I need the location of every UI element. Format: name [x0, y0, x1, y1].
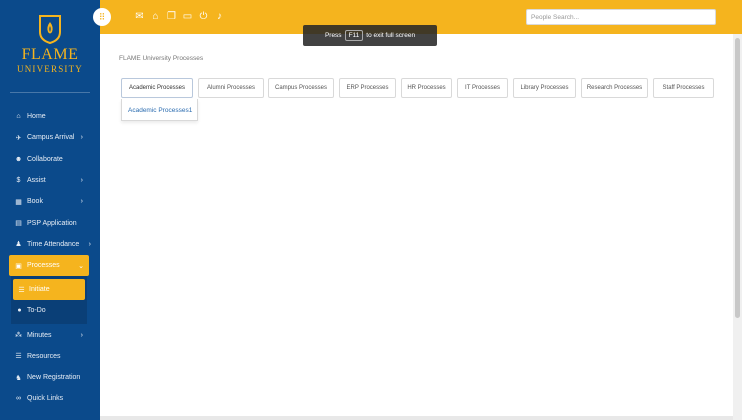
chevron-right-icon: ›	[80, 177, 83, 185]
chevron-down-icon: ⌄	[78, 262, 84, 270]
tab-academic-processes[interactable]: Academic Processes	[121, 78, 193, 98]
tab-dropdown-menu: Academic Processes1	[121, 99, 198, 121]
crest-icon	[39, 15, 61, 44]
tab-research-processes[interactable]: Research Processes	[581, 78, 648, 98]
processes-submenu: ☰ Initiate ● To-Do	[11, 276, 87, 325]
tab-library-processes[interactable]: Library Processes	[513, 78, 576, 98]
sidebar-item-assist[interactable]: $ Assist ›	[0, 170, 100, 191]
sidebar-item-new-registration[interactable]: ♞ New Registration	[0, 367, 100, 388]
list-icon: ☰	[18, 286, 25, 294]
link-icon: ∞	[16, 395, 21, 403]
brand-name: FLAME	[21, 46, 79, 63]
user-clock-icon: ♟	[15, 241, 22, 249]
sidebar-item-label: Book	[27, 198, 43, 206]
sidebar-item-label: Quick Links	[27, 395, 64, 403]
vertical-scrollbar[interactable]	[733, 34, 742, 420]
tab-staff-processes[interactable]: Staff Processes	[653, 78, 714, 98]
chevron-right-icon: ›	[80, 134, 83, 142]
grip-icon: ⠿	[98, 11, 106, 22]
mail-icon[interactable]: ✉	[134, 10, 145, 24]
plane-icon: ✈	[15, 134, 22, 142]
sidebar-item-psp-application[interactable]: ▤ PSP Application	[0, 212, 100, 233]
tab-hr-processes[interactable]: HR Processes	[401, 78, 452, 98]
sidebar-subitem-label: To-Do	[27, 307, 46, 315]
university-logo[interactable]: FLAME UNIVERSITY	[0, 0, 100, 92]
sidebar-item-label: PSP Application	[27, 219, 77, 227]
power-icon[interactable]: ⏻	[198, 10, 209, 24]
sidebar: FLAME UNIVERSITY ⌂ Home ✈ Campus Arrival…	[0, 0, 100, 420]
main-content: FLAME University Processes Academic Proc…	[100, 34, 733, 420]
sidebar-subitem-to-do[interactable]: ● To-Do	[11, 300, 87, 321]
chevron-right-icon: ›	[88, 240, 91, 248]
dollar-icon: $	[16, 177, 21, 185]
sidebar-subitem-label: Initiate	[29, 286, 50, 294]
tasks-icon: ▣	[15, 262, 22, 270]
sidebar-divider	[10, 92, 90, 93]
tab-erp-processes[interactable]: ERP Processes	[339, 78, 396, 98]
calendar-icon: ▦	[15, 198, 22, 206]
sidebar-item-label: Resources	[27, 352, 61, 360]
users-icon: ☻	[14, 155, 23, 163]
sidebar-item-label: Time Attendance	[27, 240, 80, 248]
home-icon: ⌂	[16, 113, 21, 121]
bottom-border	[100, 416, 733, 420]
monitor-icon[interactable]: ▭	[182, 10, 193, 24]
sidebar-item-home[interactable]: ⌂ Home	[0, 106, 100, 127]
scrollbar-thumb[interactable]	[735, 38, 740, 318]
user-plus-icon: ♞	[15, 374, 22, 382]
graduation-cap-icon[interactable]: ⌂	[150, 10, 161, 24]
documents-icon[interactable]: ❐	[166, 10, 177, 24]
dropdown-item-academic-processes1[interactable]: Academic Processes1	[122, 99, 197, 114]
sidebar-item-time-attendance[interactable]: ♟ Time Attendance ›	[0, 234, 100, 255]
brand-subtitle: UNIVERSITY	[17, 64, 83, 74]
sidebar-item-label: Home	[27, 113, 46, 121]
top-icon-group: ✉ ⌂ ❐ ▭ ⏻ ♪	[134, 10, 225, 24]
sidebar-item-processes[interactable]: ▣ Processes ⌄	[9, 255, 89, 277]
list-icon: ☰	[15, 353, 22, 361]
file-icon: ▤	[15, 220, 22, 228]
sidebar-item-collaborate[interactable]: ☻ Collaborate	[0, 149, 100, 170]
sitemap-icon: ⁂	[15, 332, 22, 340]
sidebar-item-label: New Registration	[27, 374, 81, 382]
tab-alumni-processes[interactable]: Alumni Processes	[198, 78, 264, 98]
bell-icon[interactable]: ♪	[214, 10, 225, 24]
circle-check-icon: ●	[17, 307, 22, 315]
people-search-input[interactable]	[526, 9, 716, 25]
page-title: FLAME University Processes	[119, 55, 204, 62]
chevron-right-icon: ›	[80, 198, 83, 206]
sidebar-item-quick-links[interactable]: ∞ Quick Links	[0, 388, 100, 409]
sidebar-item-resources[interactable]: ☰ Resources	[0, 346, 100, 367]
sidebar-item-book[interactable]: ▦ Book ›	[0, 191, 100, 212]
tab-it-processes[interactable]: IT Processes	[457, 78, 508, 98]
tab-campus-processes[interactable]: Campus Processes	[268, 78, 334, 98]
sidebar-item-label: Processes	[27, 262, 60, 270]
sidebar-item-label: Collaborate	[27, 155, 63, 163]
sidebar-subitem-initiate[interactable]: ☰ Initiate	[13, 279, 85, 301]
sidebar-item-minutes[interactable]: ⁂ Minutes ›	[0, 324, 100, 345]
sidebar-item-label: Assist	[27, 177, 46, 185]
sidebar-item-campus-arrival[interactable]: ✈ Campus Arrival ›	[0, 127, 100, 148]
sidebar-item-label: Minutes	[27, 331, 52, 339]
sidebar-item-label: Campus Arrival	[27, 134, 75, 142]
sidebar-nav: ⌂ Home ✈ Campus Arrival › ☻ Collaborate …	[0, 106, 100, 410]
sidebar-toggle-button[interactable]: ⠿	[93, 8, 111, 26]
chevron-right-icon: ›	[80, 331, 83, 339]
